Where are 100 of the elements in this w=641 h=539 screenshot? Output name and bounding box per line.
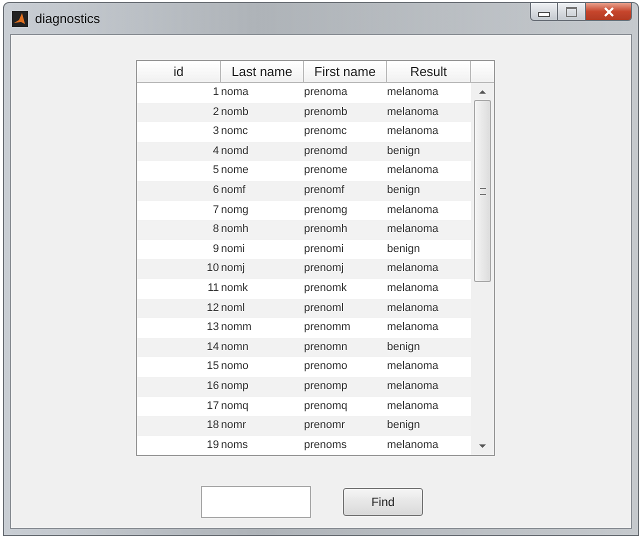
table-cell-text: benign	[387, 144, 422, 159]
table-row[interactable]: 16 nomp prenomp melanoma	[137, 376, 471, 396]
table-cell-text: 12	[206, 300, 220, 316]
table-cell-text: nomh	[221, 222, 250, 238]
table-cell-text: 6	[212, 182, 220, 198]
minimize-icon	[538, 12, 550, 17]
scrollbar[interactable]	[471, 83, 494, 455]
table-cell-text: 15	[206, 359, 220, 374]
table-row[interactable]: 10 nomj prenomj melanoma	[137, 259, 471, 279]
close-button[interactable]	[586, 2, 632, 21]
table-cell-text: 18	[206, 418, 220, 434]
table-cell-text: prenomg	[304, 202, 348, 218]
table-row[interactable]: 8 nomh prenomh melanoma	[137, 220, 471, 240]
table-cell-text: melanoma	[387, 261, 440, 276]
table-cell-text: melanoma	[387, 163, 440, 178]
table-cell-text: nomi	[221, 242, 246, 257]
table-row[interactable]: 18 nomr prenomr benign	[137, 416, 471, 436]
app-logo-icon	[12, 10, 28, 26]
table-cell-text: 5	[212, 163, 220, 178]
close-icon	[604, 6, 614, 16]
scroll-down-icon[interactable]	[479, 444, 486, 449]
table-cell-text: noms	[221, 438, 249, 453]
scroll-up-icon[interactable]	[479, 89, 486, 94]
column-header[interactable]: id	[137, 61, 221, 83]
table-cell-text: 17	[206, 398, 220, 414]
table-cell-text: prenome	[304, 163, 348, 178]
table-cell-text: prenomc	[304, 124, 348, 140]
table-cell-text: melanoma	[387, 300, 440, 316]
maximize-icon	[566, 6, 577, 16]
table-cell-text: prenomb	[304, 104, 348, 120]
table-cell-text: 11	[206, 280, 220, 296]
table-row[interactable]: 14 nomn prenomn benign	[137, 338, 471, 358]
grip-icon	[480, 188, 486, 194]
table-cell-text: melanoma	[387, 438, 440, 453]
table-cell-text: nomd	[221, 144, 250, 159]
table-cell-text: 10	[206, 261, 220, 276]
column-header[interactable]: First name	[304, 61, 387, 83]
table-cell-text: melanoma	[387, 359, 440, 374]
column-header[interactable]: Last name	[221, 61, 304, 83]
table-cell-text: nomm	[221, 320, 253, 336]
table-cell-text: nomq	[221, 398, 250, 414]
table-row[interactable]: 2 nomb prenomb melanoma	[137, 102, 471, 122]
table-cell-text: benign	[387, 242, 422, 257]
table-cell-text: melanoma	[387, 398, 440, 414]
table-cell-text: 9	[212, 242, 220, 257]
table-cell-text: 13	[206, 320, 220, 336]
table-cell-text: 14	[206, 340, 220, 355]
table-cell-text: melanoma	[387, 280, 440, 296]
table-cell-text: nomc	[221, 124, 249, 140]
table-cell-text: prenomf	[304, 182, 346, 198]
column-header[interactable]: Result	[387, 61, 471, 83]
table-cell-text: nomg	[221, 202, 250, 218]
table-cell-text: noml	[221, 300, 246, 316]
table-cell-text: 3	[212, 124, 220, 140]
table-cell-text: prenomq	[304, 398, 348, 414]
table-cell-text: 2	[212, 104, 220, 120]
table-cell-text: prenomh	[304, 222, 348, 238]
table-cell-text: nomp	[221, 378, 250, 394]
table-cell-text: melanoma	[387, 124, 440, 140]
table-cell-text: prenomk	[304, 280, 348, 296]
table-cell-text: benign	[387, 418, 422, 434]
table-cell-text: prenomm	[304, 320, 352, 336]
search-field[interactable]	[201, 486, 311, 518]
table-cell-text: nomn	[221, 340, 250, 355]
table-cell-text: nomr	[221, 418, 248, 434]
table-cell-text: melanoma	[387, 320, 440, 336]
table-cell-text: 16	[206, 378, 220, 394]
table-cell-text: nome	[221, 163, 250, 178]
table-cell-text: prenoml	[304, 300, 345, 316]
table-cell-text: nomk	[221, 280, 249, 296]
maximize-button[interactable]	[558, 2, 586, 21]
table-cell-text: prenoms	[304, 438, 348, 453]
table-cell-text: nomb	[221, 104, 250, 120]
table-cell-text: melanoma	[387, 202, 440, 218]
minimize-button[interactable]	[530, 2, 558, 21]
table-cell-text: prenoma	[304, 85, 348, 100]
table-cell-text: 1	[212, 85, 220, 100]
table-cell-text: melanoma	[387, 378, 440, 394]
table-cell-text: 7	[212, 202, 220, 218]
table-cell-text: melanoma	[387, 85, 440, 100]
table-cell-text: melanoma	[387, 222, 440, 238]
table-cell-text: noma	[221, 85, 250, 100]
table-cell-text: prenomi	[304, 242, 345, 257]
table-row[interactable]: 6 nomf prenomf benign	[137, 180, 471, 201]
table-cell-text: prenomp	[304, 378, 348, 394]
table-cell-text: 19	[206, 438, 220, 453]
table-cell-text: benign	[387, 340, 422, 355]
table-cell-text: prenomn	[304, 340, 348, 355]
table-cell-text: benign	[387, 182, 422, 198]
table-row[interactable]: 4 nomd prenomd benign	[137, 142, 471, 162]
table-cell-text: prenomj	[304, 261, 345, 276]
table-row[interactable]: 12 noml prenoml melanoma	[137, 298, 471, 318]
table-cell-text: melanoma	[387, 104, 440, 120]
table-cell-text: prenomr	[304, 418, 346, 434]
window-title: diagnostics	[35, 11, 102, 26]
table-cell-text: 4	[212, 144, 220, 159]
scrollbar-thumb[interactable]	[474, 100, 491, 282]
table-cell-text: nomf	[221, 182, 246, 198]
find-button[interactable]: Find	[343, 488, 423, 516]
table-cell-text: prenomd	[304, 144, 348, 159]
